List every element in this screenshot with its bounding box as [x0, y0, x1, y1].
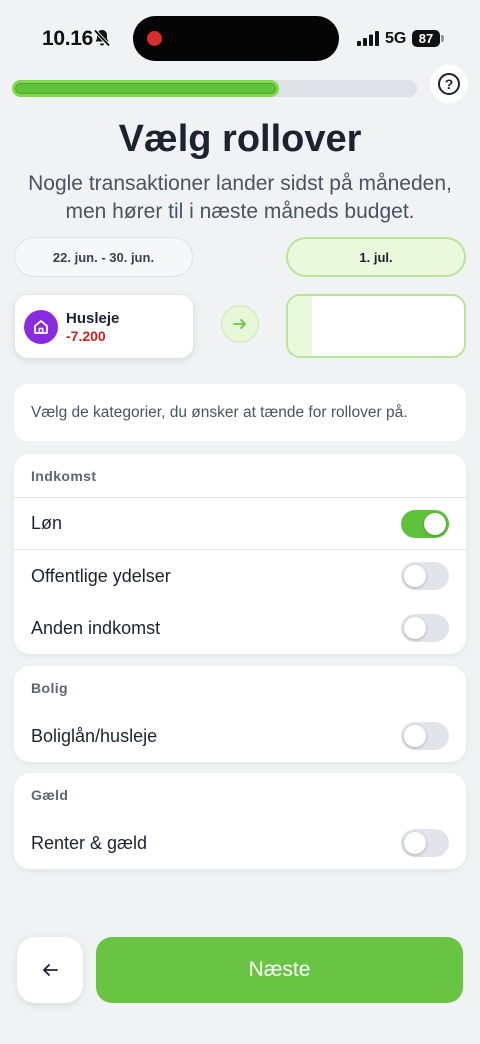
question-circle-icon: ? [438, 73, 460, 95]
transaction-card[interactable]: Husleje -7.200 [15, 295, 193, 358]
toggle-lon[interactable] [401, 509, 449, 538]
category-card-bolig: Bolig Boliglån/husleje [14, 666, 466, 762]
transaction-name: Husleje [66, 310, 120, 327]
toggle-renter-gaeld[interactable] [401, 829, 449, 857]
subtitle-line-2: men hører til i næste måneds budget. [65, 200, 415, 223]
status-time: 10.16 [42, 27, 94, 50]
home-icon [24, 310, 58, 344]
category-row-lon: Løn [14, 498, 466, 550]
drop-target-strip [288, 296, 312, 356]
category-card-gaeld: Gæld Renter & gæld [14, 773, 466, 869]
toggle-knob [404, 832, 426, 854]
help-button[interactable]: ? [430, 65, 468, 103]
recording-indicator [147, 31, 162, 46]
status-bar: 10.16 5G 87 [0, 0, 480, 76]
toggle-boliglan-husleje[interactable] [401, 722, 449, 750]
date-range-current: 22. jun. - 30. jun. [14, 237, 193, 277]
progress-fill [12, 80, 280, 97]
next-button[interactable]: Næste [96, 937, 463, 1003]
category-header: Bolig [31, 680, 68, 696]
battery-tip [441, 35, 444, 42]
rollover-drop-target [286, 294, 466, 358]
info-message: Vælg de kategorier, du ønsker at tænde f… [14, 384, 466, 441]
category-label: Offentlige ydelser [31, 565, 171, 586]
category-card-indkomst: Indkomst Løn Offentlige ydelser Anden in… [14, 454, 466, 654]
category-row-anden-indkomst: Anden indkomst [14, 602, 466, 654]
battery-indicator: 87 [412, 30, 440, 47]
toggle-knob [404, 617, 426, 639]
toggle-knob [404, 725, 426, 747]
category-header: Indkomst [14, 454, 466, 498]
page-subtitle: Nogle transaktioner lander sidst på måne… [10, 170, 470, 226]
category-label: Renter & gæld [31, 832, 148, 853]
category-header: Gæld [31, 787, 69, 803]
dynamic-island [133, 16, 339, 61]
toggle-offentlige-ydelser[interactable] [401, 562, 449, 590]
toggle-knob [404, 565, 426, 587]
signal-icon [357, 31, 379, 46]
toggle-knob [424, 512, 446, 535]
category-label: Løn [31, 513, 63, 533]
category-label: Boliglån/husleje [31, 725, 158, 746]
date-next-month: 1. jul. [286, 237, 466, 277]
arrow-right-icon [221, 305, 259, 343]
network-label: 5G [385, 30, 407, 47]
category-row-renter-gaeld: Renter & gæld [14, 817, 466, 869]
back-button[interactable] [17, 937, 83, 1003]
category-label: Anden indkomst [31, 617, 161, 638]
page-title: Vælg rollover [118, 118, 362, 160]
category-row-offentlige-ydelser: Offentlige ydelser [14, 550, 466, 602]
bell-slash-icon [93, 29, 111, 47]
arrow-left-icon [43, 964, 58, 976]
category-row-boliglan-husleje: Boliglån/husleje [14, 710, 466, 762]
subtitle-line-1: Nogle transaktioner lander sidst på måne… [28, 172, 452, 195]
transaction-amount: -7.200 [66, 328, 106, 344]
toggle-anden-indkomst[interactable] [401, 614, 449, 642]
progress-bar [12, 80, 417, 97]
